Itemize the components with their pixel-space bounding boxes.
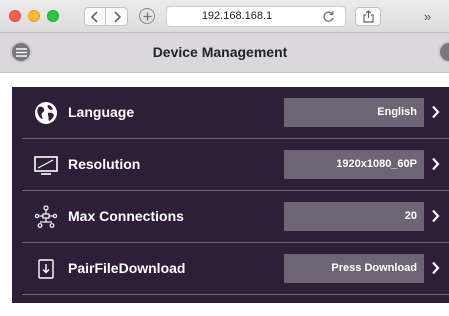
user-icon[interactable] xyxy=(438,41,449,63)
chevron-right-icon[interactable] xyxy=(431,209,440,223)
resolution-value[interactable]: 1920x1080_60P xyxy=(284,150,424,179)
resolution-row[interactable]: Resolution 1920x1080_60P xyxy=(22,139,449,191)
double-chevron-icon: » xyxy=(424,9,431,24)
network-icon xyxy=(34,205,58,228)
pair-file-download-label: PairFileDownload xyxy=(68,260,186,276)
close-window-button[interactable] xyxy=(9,10,21,22)
chevron-right-icon[interactable] xyxy=(431,105,440,119)
globe-icon xyxy=(35,102,57,124)
download-file-icon xyxy=(38,259,54,279)
main-content: Language English Resolution 1920x1080_60… xyxy=(0,73,449,316)
share-button[interactable] xyxy=(355,7,381,26)
language-value[interactable]: English xyxy=(284,98,424,127)
resolution-label: Resolution xyxy=(68,156,141,172)
zoom-window-button[interactable] xyxy=(47,10,59,22)
url-text: 192.168.168.1 xyxy=(201,10,273,22)
page-title: Device Management xyxy=(152,44,288,60)
menu-icon xyxy=(15,47,27,57)
language-label: Language xyxy=(68,104,135,120)
language-row[interactable]: Language English xyxy=(22,87,449,139)
pair-file-download-button[interactable]: Press Download xyxy=(284,254,424,283)
share-icon xyxy=(362,10,374,23)
new-tab-button[interactable] xyxy=(139,8,155,24)
settings-panel: Language English Resolution 1920x1080_60… xyxy=(12,87,449,303)
monitor-icon xyxy=(34,156,58,175)
browser-toolbar: 192.168.168.1 » xyxy=(0,0,449,33)
max-connections-row[interactable]: Max Connections 20 xyxy=(22,191,449,243)
plus-icon xyxy=(143,12,151,20)
chevron-left-icon xyxy=(90,10,98,23)
max-connections-label: Max Connections xyxy=(68,208,184,224)
reload-icon[interactable] xyxy=(322,10,335,23)
address-bar[interactable]: 192.168.168.1 xyxy=(166,6,346,27)
menu-button[interactable] xyxy=(10,41,32,63)
chevron-right-icon xyxy=(113,10,121,23)
pair-file-download-row[interactable]: PairFileDownload Press Download xyxy=(22,243,449,295)
chevron-right-icon[interactable] xyxy=(431,261,440,275)
max-connections-value[interactable]: 20 xyxy=(284,202,424,231)
forward-button[interactable] xyxy=(106,7,128,26)
app-header: Device Management xyxy=(0,33,449,73)
chevron-right-icon[interactable] xyxy=(431,157,440,171)
more-toolbar-button[interactable]: » xyxy=(424,6,449,27)
minimize-window-button[interactable] xyxy=(28,10,40,22)
back-button[interactable] xyxy=(84,7,106,26)
